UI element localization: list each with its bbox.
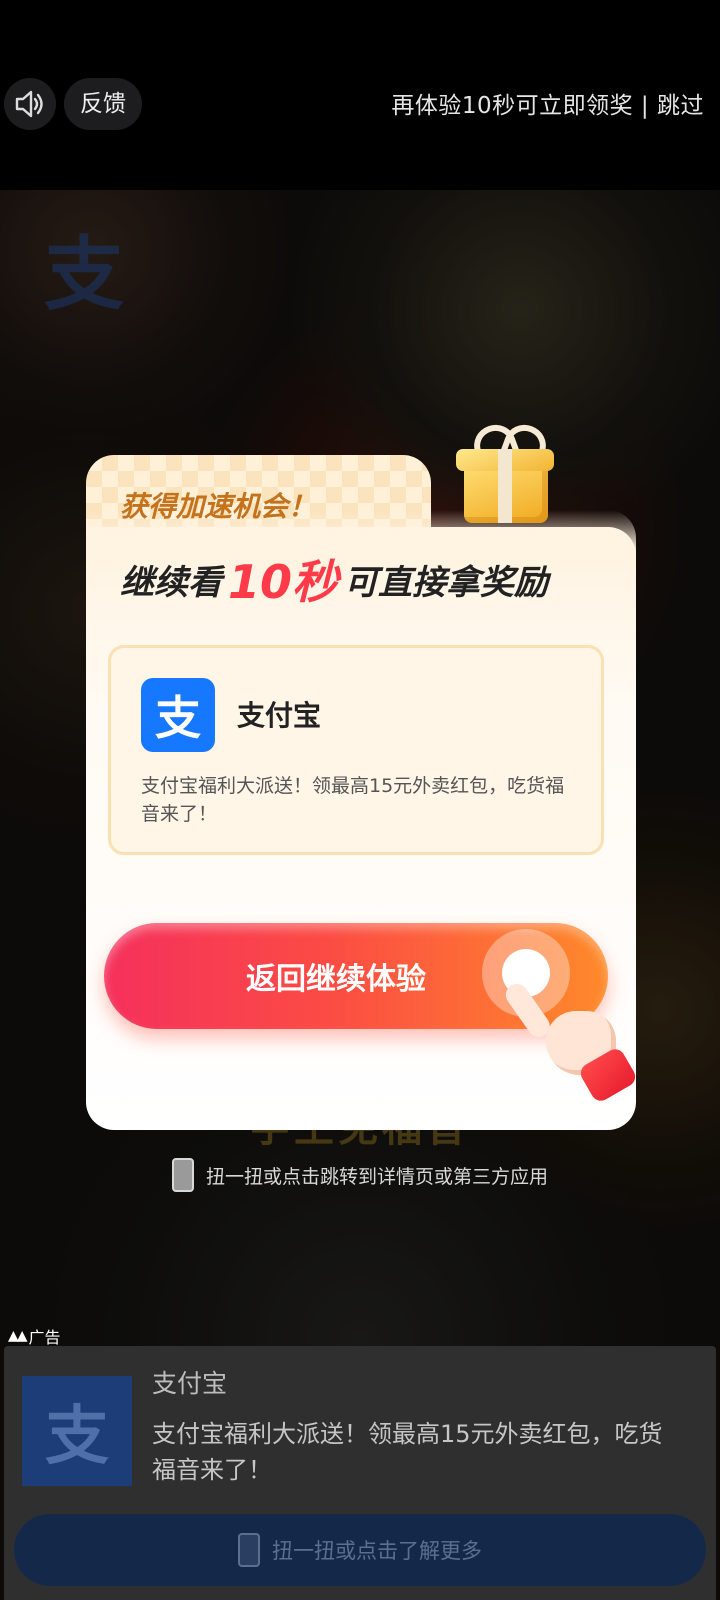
speaker-icon [15, 90, 43, 118]
modal-title: 继续看 10秒 可直接拿奖励 [120, 555, 549, 609]
alipay-logo[interactable]: 支 [22, 1376, 132, 1486]
sound-toggle-button[interactable] [4, 78, 56, 130]
ad-bar-title: 支付宝 [152, 1369, 228, 1398]
shake-hint: 扭一扭或点击跳转到详情页或第三方应用 [0, 1158, 720, 1192]
ad-info-card[interactable]: 支 支付宝 支付宝福利大派送！领最高15元外卖红包，吃货福音来了！ [108, 645, 604, 855]
feedback-button[interactable]: 反馈 [64, 78, 142, 130]
phone-shake-icon [238, 1533, 260, 1567]
learn-more-label: 扭一扭或点击了解更多 [272, 1539, 482, 1563]
phone-shake-icon [171, 1158, 194, 1192]
ad-mark-icon: ▲▲ [8, 1328, 27, 1344]
ad-label-text: 广告 [28, 1328, 61, 1347]
ad-bar-description: 支付宝福利大派送！领最高15元外卖红包，吃货福音来了！ [152, 1420, 663, 1484]
alipay-app-icon: 支 [141, 678, 215, 752]
ad-label: ▲▲ 广告 [8, 1324, 61, 1348]
ad-card-title: 支付宝 [237, 699, 322, 732]
modal-title-highlight: 10秒 [228, 555, 339, 609]
gift-box-icon [454, 419, 554, 523]
bottom-ad-bar[interactable]: 支 支付宝 支付宝福利大派送！领最高15元外卖红包，吃货福音来了！ 扭一扭或点击… [4, 1346, 716, 1600]
top-bar: 反馈 再体验10秒可立即领奖 | 跳过 [0, 0, 720, 190]
skip-button[interactable]: 再体验10秒可立即领奖 | 跳过 [391, 86, 704, 120]
modal-title-prefix: 继续看 [120, 563, 222, 603]
modal-subtitle: 获得加速机会！ [120, 490, 317, 523]
shake-hint-text: 扭一扭或点击跳转到详情页或第三方应用 [205, 1165, 548, 1188]
continue-watching-label: 返回继续体验 [246, 962, 426, 997]
pointing-hand-icon [501, 975, 639, 1105]
learn-more-button[interactable]: 扭一扭或点击了解更多 [14, 1514, 706, 1586]
modal-title-suffix: 可直接拿奖励 [344, 563, 549, 603]
reward-modal: 获得加速机会！ 继续看 10秒 可直接拿奖励 支 支付宝 支付宝福利大派送！领最… [86, 419, 639, 1130]
ad-card-description: 支付宝福利大派送！领最高15元外卖红包，吃货福音来了！ [141, 775, 565, 825]
